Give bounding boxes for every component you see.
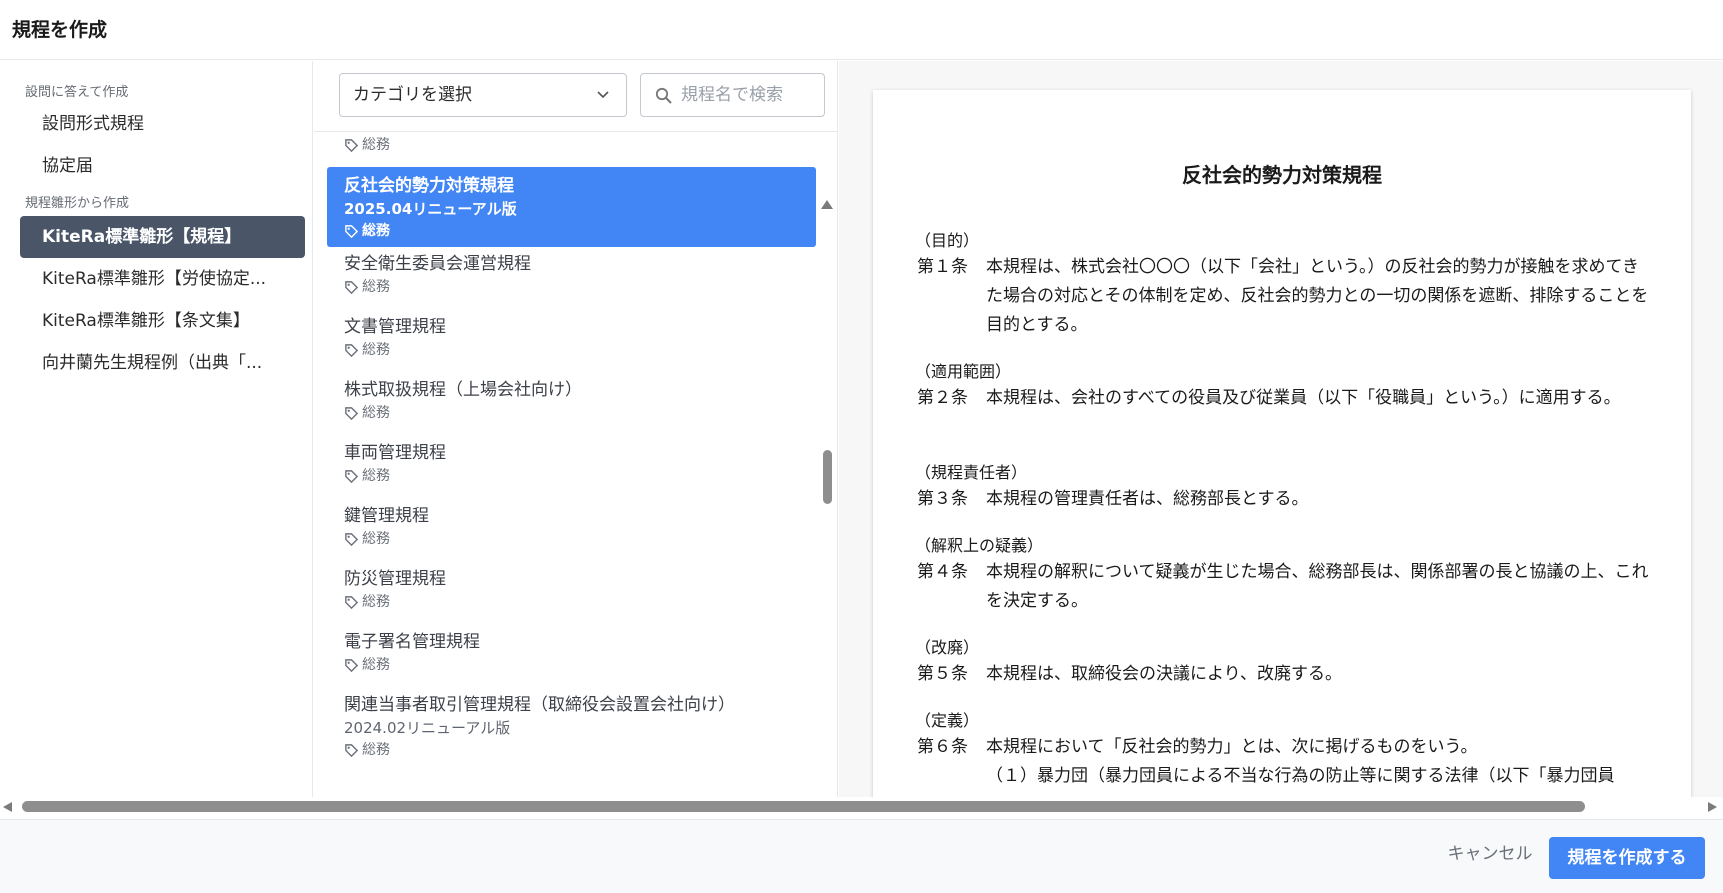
article-number: 第４条	[917, 562, 968, 582]
search-input[interactable]	[681, 74, 821, 116]
list-item-tag: 総務	[344, 134, 816, 156]
search-box[interactable]	[640, 73, 825, 117]
section-label-templates: 規程雛形から作成	[25, 196, 130, 211]
article-6: （定義） 第６条 本規程において「反社会的勢力」とは、次に掲げるものをいう。 （１…	[915, 709, 1655, 791]
article-5: （改廃） 第５条 本規程は、取締役会の決議により、改廃する。	[915, 636, 1655, 689]
article-number: 第２条	[917, 388, 968, 408]
tag-icon	[345, 743, 359, 757]
article-number: 第３条	[917, 489, 968, 509]
preview-document: 反社会的勢力対策規程 （目的） 第１条 本規程は、株式会社〇〇〇（以下「会社」とい…	[873, 90, 1691, 797]
list-scrollbar-thumb[interactable]	[823, 450, 832, 504]
nav-item-kitera-labor-agreement[interactable]: KiteRa標準雛形【労使協定...	[20, 258, 305, 300]
article-3: （規程責任者） 第３条 本規程の管理責任者は、総務部長とする。	[915, 461, 1655, 514]
article-number: 第１条	[917, 257, 968, 277]
category-select[interactable]: カテゴリを選択	[339, 73, 627, 117]
list-item[interactable]: 車両管理規程 総務	[327, 441, 816, 487]
list-item-name: 反社会的勢力対策規程	[344, 176, 514, 196]
list-item[interactable]: 株式取扱規程（上場会社向け） 総務	[327, 378, 816, 424]
article-2: （適用範囲） 第２条 本規程は、会社のすべての役員及び従業員（以下「役職員」という…	[915, 360, 1655, 413]
list-item[interactable]: 文書管理規程 総務	[327, 315, 816, 361]
scroll-right-icon[interactable]	[1707, 801, 1719, 813]
preview-area[interactable]: 反社会的勢力対策規程 （目的） 第１条 本規程は、株式会社〇〇〇（以下「会社」とい…	[839, 61, 1723, 797]
list-item-tag: 総務	[344, 528, 816, 550]
list-scrollbar[interactable]	[820, 135, 834, 853]
list-item-tag: 総務	[344, 220, 816, 242]
list-item-name: 電子署名管理規程	[344, 632, 480, 652]
create-rule-button[interactable]: 規程を作成する	[1549, 837, 1705, 879]
list-item[interactable]: 鍵管理規程 総務	[327, 504, 816, 550]
nav-item-kitera-articles[interactable]: KiteRa標準雛形【条文集】	[20, 300, 305, 342]
document-title: 反社会的勢力対策規程	[1182, 163, 1382, 187]
article-text: 本規程の解釈について疑義が生じた場合、総務部長は、関係部署の長と協議の上、これを…	[986, 562, 1649, 611]
dialog-header: 規程を作成	[0, 0, 1723, 60]
article-text: 本規程の管理責任者は、総務部長とする。	[986, 489, 1309, 509]
article-number: 第６条	[917, 737, 968, 757]
list-item-tag: 総務	[344, 591, 816, 613]
template-source-nav: 設問に答えて作成 設問形式規程 協定届 規程雛形から作成 KiteRa標準雛形【…	[0, 61, 313, 797]
horizontal-scrollbar-thumb[interactable]	[22, 801, 1585, 812]
scroll-up-icon[interactable]	[820, 198, 834, 210]
list-item-name: 関連当事者取引管理規程（取締役会設置会社向け）	[344, 695, 735, 715]
list-item[interactable]: 関連当事者取引管理規程（取締役会設置会社向け） 2024.02リニューアル版 総…	[327, 693, 816, 761]
category-select-value: カテゴリを選択	[353, 85, 472, 105]
list-item-name: 防災管理規程	[344, 569, 446, 589]
nav-item-question-format[interactable]: 設問形式規程	[20, 103, 305, 145]
article-text: 本規程は、株式会社〇〇〇（以下「会社」という。）の反社会的勢力が接触を求めてきた…	[986, 257, 1649, 335]
chevron-down-icon	[597, 91, 609, 99]
article-subitem: （１）暴力団（暴力団員による不当な行為の防止等に関する法律（以下「暴力団員	[986, 766, 1615, 786]
article-heading: （適用範囲）	[915, 362, 1012, 381]
dialog-footer: キャンセル 規程を作成する	[0, 819, 1723, 893]
list-item-name: 鍵管理規程	[344, 506, 429, 526]
tag-icon	[345, 224, 359, 238]
article-number: 第５条	[917, 664, 968, 684]
list-item-tag: 総務	[344, 654, 816, 676]
list-item-partial[interactable]: 総務	[327, 134, 816, 156]
tag-icon	[345, 595, 359, 609]
search-icon	[655, 87, 672, 104]
tag-icon	[345, 138, 359, 152]
tag-icon	[345, 532, 359, 546]
tag-icon	[345, 406, 359, 420]
article-text: 本規程は、会社のすべての役員及び従業員（以下「役職員」という。）に適用する。	[986, 388, 1621, 408]
section-label-questions: 設問に答えて作成	[25, 85, 129, 100]
list-item-name: 車両管理規程	[344, 443, 446, 463]
article-heading: （解釈上の疑義）	[915, 536, 1044, 555]
article-heading: （改廃）	[915, 638, 980, 657]
template-list: 総務 反社会的勢力対策規程 2025.04リニューアル版 総務 安全衛生委員会運…	[314, 131, 837, 797]
article-text: 本規程は、取締役会の決議により、改廃する。	[986, 664, 1342, 684]
nav-item-mukai-examples[interactable]: 向井蘭先生規程例（出典「...	[20, 342, 305, 384]
nav-item-kitera-standard-rules[interactable]: KiteRa標準雛形【規程】	[20, 216, 305, 258]
list-item-tag: 総務	[344, 402, 816, 424]
article-heading: （規程責任者）	[915, 463, 1028, 482]
list-item-name: 株式取扱規程（上場会社向け）	[344, 380, 582, 400]
article-heading: （目的）	[915, 231, 980, 250]
dialog-title: 規程を作成	[12, 19, 108, 41]
tag-icon	[345, 658, 359, 672]
list-item-selected[interactable]: 反社会的勢力対策規程 2025.04リニューアル版 総務	[327, 167, 816, 247]
list-item-tag: 総務	[344, 339, 816, 361]
scroll-left-icon[interactable]	[1, 801, 13, 813]
list-item-name: 文書管理規程	[344, 317, 446, 337]
list-item-tag: 総務	[344, 276, 816, 298]
list-item-version: 2024.02リニューアル版	[344, 719, 511, 737]
article-text: 本規程において「反社会的勢力」とは、次に掲げるものをいう。	[986, 737, 1478, 757]
tag-icon	[345, 343, 359, 357]
list-item-tag: 総務	[344, 465, 816, 487]
article-4: （解釈上の疑義） 第４条 本規程の解釈について疑義が生じた場合、総務部長は、関係部…	[915, 534, 1655, 616]
list-item-name: 安全衛生委員会運営規程	[344, 254, 531, 274]
cancel-button[interactable]: キャンセル	[1430, 833, 1550, 875]
list-item[interactable]: 防災管理規程 総務	[327, 567, 816, 613]
list-item-tag: 総務	[344, 739, 816, 761]
list-item[interactable]: 電子署名管理規程 総務	[327, 630, 816, 676]
nav-item-agreement-form[interactable]: 協定届	[20, 145, 305, 187]
article-heading: （定義）	[915, 711, 980, 730]
tag-icon	[345, 280, 359, 294]
tag-icon	[345, 469, 359, 483]
horizontal-scrollbar[interactable]	[0, 797, 1723, 817]
list-item[interactable]: 安全衛生委員会運営規程 総務	[327, 252, 816, 298]
list-item-version: 2025.04リニューアル版	[344, 200, 517, 218]
template-list-panel: カテゴリを選択 総務 反社会的勢力対策規程 2025.04リニューアル版 総務	[314, 61, 838, 853]
article-1: （目的） 第１条 本規程は、株式会社〇〇〇（以下「会社」という。）の反社会的勢力が…	[915, 229, 1655, 340]
